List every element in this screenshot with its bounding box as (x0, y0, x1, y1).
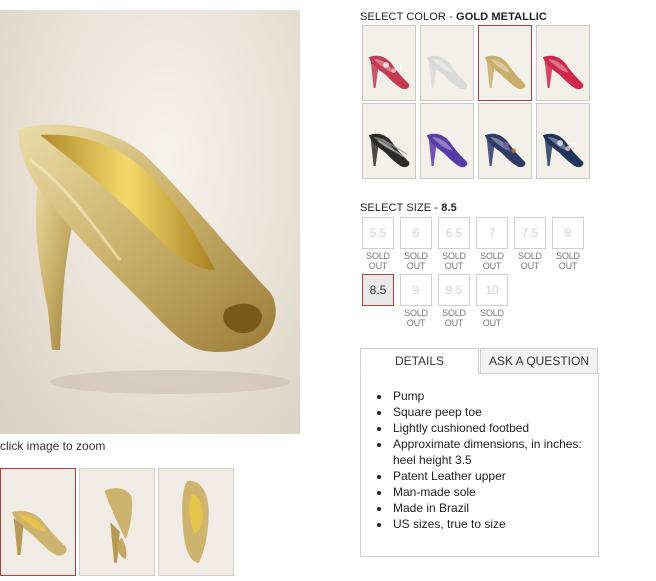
color-swatch-5[interactable] (362, 103, 416, 179)
shoe-icon (484, 133, 526, 168)
shoe-top-icon (182, 481, 209, 563)
size-option-9: 9 (400, 274, 432, 306)
details-panel: PumpSquare peep toeLightly cushioned foo… (360, 373, 599, 557)
size-option-9-5: 9.5 (438, 274, 470, 306)
sold-out-label: SOLD OUT (442, 251, 466, 271)
detail-item: Square peep toe (391, 404, 598, 420)
size-option-5-5: 5.5 (362, 217, 394, 249)
shoe-icon (426, 55, 468, 90)
detail-item: Pump (391, 388, 598, 404)
color-swatch-3[interactable] (478, 25, 532, 101)
color-swatch-1[interactable] (362, 25, 416, 101)
shoe-icon (484, 55, 526, 90)
selected-size-value: 8.5 (441, 202, 457, 214)
thumbnail-top-view[interactable] (158, 468, 234, 576)
size-option-8: 8 (552, 217, 584, 249)
tab-ask-a-question[interactable]: ASK A QUESTION (480, 348, 598, 374)
details-list: PumpSquare peep toeLightly cushioned foo… (361, 374, 598, 532)
detail-item: Patent Leather upper (391, 468, 598, 484)
detail-item: Lightly cushioned footbed (391, 420, 598, 436)
shoe-back-icon (104, 488, 133, 563)
thumbnail-back-view[interactable] (79, 468, 155, 576)
size-option-7-5: 7.5 (514, 217, 546, 249)
selected-color-name: GOLD METALLIC (456, 11, 547, 23)
sold-out-label: SOLD OUT (366, 251, 390, 271)
gold-pump-illustration (18, 124, 290, 394)
shoe-icon (542, 133, 584, 168)
size-option-7: 7 (476, 217, 508, 249)
sold-out-label: SOLD OUT (404, 308, 428, 328)
sold-out-label: SOLD OUT (480, 251, 504, 271)
sold-out-label: SOLD OUT (556, 251, 580, 271)
sold-out-label: SOLD OUT (480, 308, 504, 328)
color-swatch-4[interactable] (536, 25, 590, 101)
detail-item: US sizes, true to size (391, 516, 598, 532)
shoe-icon (542, 55, 584, 90)
sold-out-label: SOLD OUT (442, 308, 466, 328)
zoom-caption[interactable]: click image to zoom (0, 439, 105, 453)
detail-item: Made in Brazil (391, 500, 598, 516)
color-swatch-8[interactable] (536, 103, 590, 179)
shoe-icon (368, 133, 410, 168)
size-option-10: 10 (476, 274, 508, 306)
tab-details[interactable]: DETAILS (360, 348, 479, 374)
size-option-8-5[interactable]: 8.5 (362, 274, 394, 306)
main-product-image[interactable] (0, 10, 300, 434)
shoe-icon (426, 133, 468, 168)
sold-out-label: SOLD OUT (518, 251, 542, 271)
color-swatch-7[interactable] (478, 103, 532, 179)
color-swatch-6[interactable] (420, 103, 474, 179)
select-color-label: SELECT COLOR - GOLD METALLIC (360, 11, 547, 23)
detail-item: Approximate dimensions, in inches: heel … (391, 436, 598, 468)
shoe-side-icon (11, 510, 67, 556)
shoe-icon (368, 55, 410, 90)
sold-out-label: SOLD OUT (404, 251, 428, 271)
size-option-6: 6 (400, 217, 432, 249)
detail-item: Man-made sole (391, 484, 598, 500)
color-swatch-2[interactable] (420, 25, 474, 101)
size-option-6-5: 6.5 (438, 217, 470, 249)
thumbnail-side-view[interactable] (0, 468, 76, 576)
select-size-label: SELECT SIZE - 8.5 (360, 202, 457, 214)
